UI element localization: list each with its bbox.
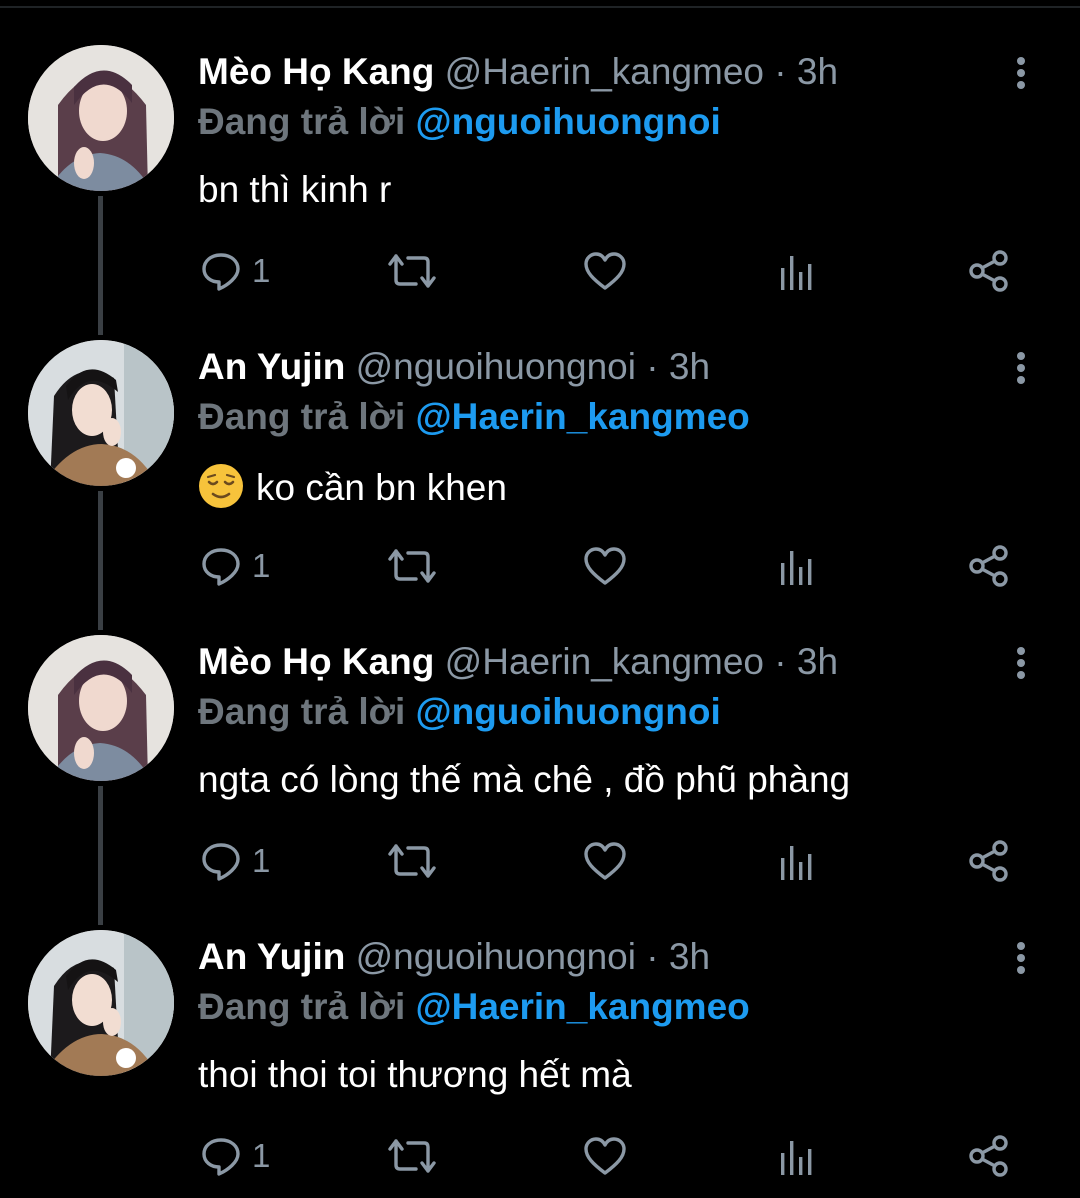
reply-icon <box>200 840 242 882</box>
retweet-button[interactable] <box>386 245 438 297</box>
reply-button[interactable]: 1 <box>200 835 270 887</box>
reply-button[interactable]: 1 <box>200 540 270 592</box>
heart-icon <box>583 1135 627 1177</box>
share-button[interactable] <box>967 1130 1011 1182</box>
like-button[interactable] <box>583 1130 627 1182</box>
tweet[interactable]: An Yujin @nguoihuongnoi · 3h Đang trả lờ… <box>0 295 1080 590</box>
display-name[interactable]: An Yujin <box>198 936 345 977</box>
share-icon <box>967 839 1011 883</box>
tweet[interactable]: Mèo Họ Kang @Haerin_kangmeo · 3h Đang tr… <box>0 0 1080 295</box>
views-button[interactable] <box>778 540 816 592</box>
retweet-button[interactable] <box>386 835 438 887</box>
user-handle[interactable]: @nguoihuongnoi <box>356 936 636 977</box>
bar-chart-icon <box>778 545 816 587</box>
share-icon <box>967 1134 1011 1178</box>
replying-to: Đang trả lời @nguoihuongnoi <box>198 690 721 734</box>
reply-button[interactable]: 1 <box>200 1130 270 1182</box>
retweet-icon <box>386 840 438 882</box>
user-handle[interactable]: @nguoihuongnoi <box>356 346 636 387</box>
retweet-button[interactable] <box>386 1130 438 1182</box>
more-vertical-icon[interactable] <box>1004 646 1038 680</box>
separator-dot: · <box>646 936 659 977</box>
separator-dot: · <box>774 51 787 92</box>
tweet-header: Mèo Họ Kang @Haerin_kangmeo · 3h <box>198 640 838 684</box>
reply-count: 1 <box>252 252 271 289</box>
share-button[interactable] <box>967 540 1011 592</box>
mention-link[interactable]: @nguoihuongnoi <box>416 101 721 142</box>
share-button[interactable] <box>967 245 1011 297</box>
tweet[interactable]: Mèo Họ Kang @Haerin_kangmeo · 3h Đang tr… <box>0 590 1080 885</box>
more-vertical-icon[interactable] <box>1004 941 1038 975</box>
tweet-text: thoi thoi toi thương hết mà <box>198 1054 632 1095</box>
replying-to: Đang trả lời @Haerin_kangmeo <box>198 395 750 439</box>
replying-to-label: Đang trả lời <box>198 101 406 142</box>
views-button[interactable] <box>778 245 816 297</box>
display-name[interactable]: An Yujin <box>198 346 345 387</box>
reply-count: 1 <box>252 547 271 584</box>
timestamp[interactable]: 3h <box>797 641 838 682</box>
retweet-icon <box>386 545 438 587</box>
tweet-header: Mèo Họ Kang @Haerin_kangmeo · 3h <box>198 50 838 94</box>
tweet-header: An Yujin @nguoihuongnoi · 3h <box>198 345 710 389</box>
views-button[interactable] <box>778 1130 816 1182</box>
reply-icon <box>200 250 242 292</box>
avatar[interactable] <box>28 930 174 1076</box>
tweet[interactable]: An Yujin @nguoihuongnoi · 3h Đang trả lờ… <box>0 885 1080 1180</box>
like-button[interactable] <box>583 540 627 592</box>
display-name[interactable]: Mèo Họ Kang <box>198 51 434 92</box>
retweet-button[interactable] <box>386 540 438 592</box>
avatar[interactable] <box>28 45 174 191</box>
separator-dot: · <box>646 346 659 387</box>
user-handle[interactable]: @Haerin_kangmeo <box>445 51 764 92</box>
heart-icon <box>583 250 627 292</box>
relieved-face-emoji <box>198 463 244 509</box>
tweet-text: ko cần bn khen <box>256 467 507 508</box>
bar-chart-icon <box>778 840 816 882</box>
replying-to-label: Đang trả lời <box>198 396 406 437</box>
replying-to-label: Đang trả lời <box>198 986 406 1027</box>
avatar[interactable] <box>28 340 174 486</box>
replying-to: Đang trả lời @nguoihuongnoi <box>198 100 721 144</box>
share-icon <box>967 544 1011 588</box>
bar-chart-icon <box>778 250 816 292</box>
reply-thread: Mèo Họ Kang @Haerin_kangmeo · 3h Đang tr… <box>0 0 1080 1198</box>
action-bar: 1 <box>0 1130 1080 1190</box>
mention-link[interactable]: @Haerin_kangmeo <box>416 986 750 1027</box>
avatar[interactable] <box>28 635 174 781</box>
retweet-icon <box>386 250 438 292</box>
retweet-icon <box>386 1135 438 1177</box>
timestamp[interactable]: 3h <box>797 51 838 92</box>
reply-icon <box>200 1135 242 1177</box>
reply-count: 1 <box>252 842 271 879</box>
like-button[interactable] <box>583 245 627 297</box>
views-button[interactable] <box>778 835 816 887</box>
heart-icon <box>583 545 627 587</box>
reply-button[interactable]: 1 <box>200 245 270 297</box>
more-vertical-icon[interactable] <box>1004 351 1038 385</box>
timestamp[interactable]: 3h <box>669 346 710 387</box>
mention-link[interactable]: @Haerin_kangmeo <box>416 396 750 437</box>
bar-chart-icon <box>778 1135 816 1177</box>
mention-link[interactable]: @nguoihuongnoi <box>416 691 721 732</box>
tweet-header: An Yujin @nguoihuongnoi · 3h <box>198 935 710 979</box>
share-button[interactable] <box>967 835 1011 887</box>
reply-count: 1 <box>252 1137 271 1174</box>
separator-dot: · <box>774 641 787 682</box>
more-vertical-icon[interactable] <box>1004 56 1038 90</box>
reply-icon <box>200 545 242 587</box>
tweet-text: ngta có lòng thế mà chê , đồ phũ phàng <box>198 759 851 800</box>
tweet-text: bn thì kinh r <box>198 169 392 210</box>
like-button[interactable] <box>583 835 627 887</box>
replying-to-label: Đang trả lời <box>198 691 406 732</box>
share-icon <box>967 249 1011 293</box>
user-handle[interactable]: @Haerin_kangmeo <box>445 641 764 682</box>
replying-to: Đang trả lời @Haerin_kangmeo <box>198 985 750 1029</box>
display-name[interactable]: Mèo Họ Kang <box>198 641 434 682</box>
tweet-text-container: ko cần bn khen <box>198 463 507 510</box>
timestamp[interactable]: 3h <box>669 936 710 977</box>
heart-icon <box>583 840 627 882</box>
